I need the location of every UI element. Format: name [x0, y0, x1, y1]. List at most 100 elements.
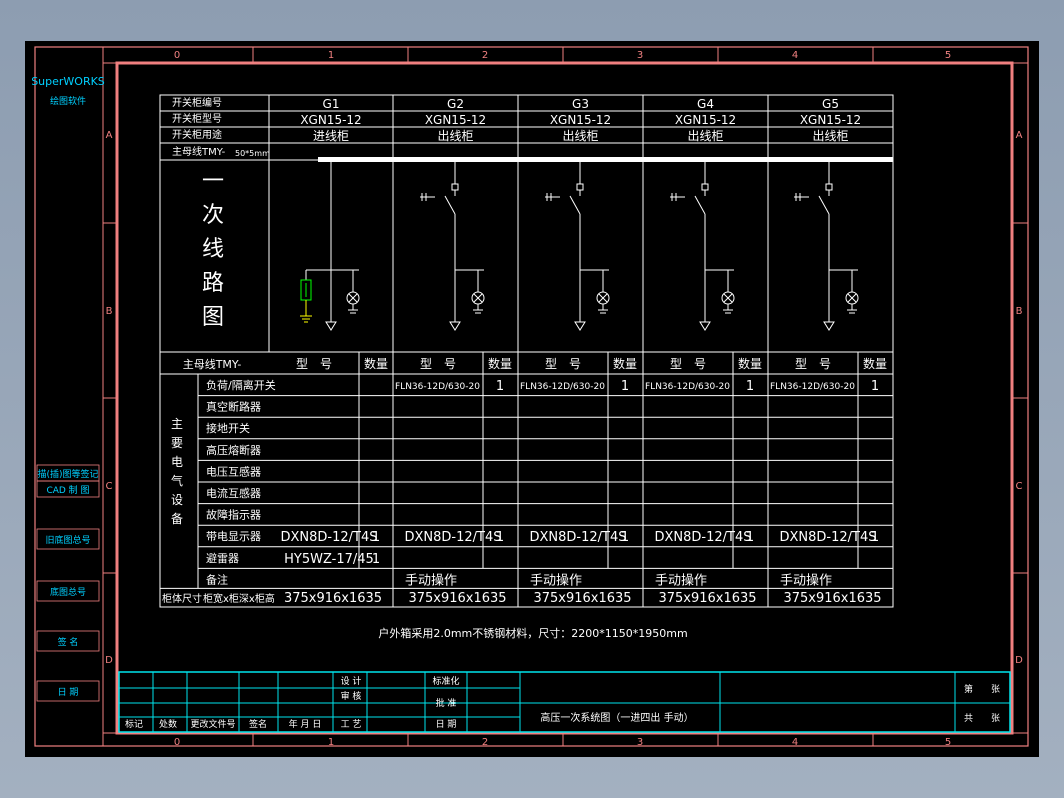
- type-column-header: 型 号: [420, 357, 456, 371]
- cabinet-id: G3: [572, 97, 589, 111]
- sidebar-field-label: 底图总号: [50, 586, 86, 598]
- sidebar-field-label: CAD 制 图: [46, 484, 89, 496]
- equipment-qty: 1: [621, 379, 629, 394]
- design-label: 工 艺: [341, 719, 362, 730]
- design-label: 审 核: [341, 690, 362, 702]
- busbar-label: 主母线TMY-: [172, 145, 226, 158]
- equipment-name: 高压熔断器: [206, 443, 261, 457]
- zone-label-left: A: [106, 130, 113, 141]
- qty-column-header: 数量: [738, 356, 762, 371]
- zone-label-bottom: 2: [482, 737, 488, 748]
- equipment-name: 真空断路器: [206, 400, 261, 414]
- qty-column-header: 数量: [613, 356, 637, 371]
- equipment-qty: 1: [496, 379, 504, 394]
- row-header: 开关柜型号: [172, 112, 222, 125]
- equipment-type: DXN8D-12/T4S: [655, 530, 752, 545]
- equipment-name: 带电显示器: [206, 530, 261, 543]
- equipment-busbar-label: 主母线TMY-: [183, 357, 242, 371]
- equipment-qty: 1: [746, 530, 754, 545]
- zone-label-bottom: 3: [637, 737, 643, 748]
- cabinet-use: 出线柜: [437, 129, 473, 143]
- diagram-title-char: 路: [202, 271, 224, 296]
- equipment-name: 电压互感器: [206, 465, 261, 478]
- row-header: 开关柜编号: [172, 96, 222, 109]
- size-label: 柜体尺寸: [162, 592, 202, 605]
- approval-label: 标准化: [432, 675, 459, 687]
- cabinet-model: XGN15-12: [675, 113, 736, 127]
- brand-subtitle: 绘图软件: [50, 95, 86, 107]
- cabinet-id: G4: [697, 97, 714, 111]
- equipment-type: DXN8D-12/T4S: [530, 530, 627, 545]
- equipment-type: DXN8D-12/T4S: [281, 530, 378, 545]
- qty-column-header: 数量: [863, 356, 887, 371]
- type-column-header: 型 号: [296, 357, 332, 371]
- type-column-header: 型 号: [670, 357, 706, 371]
- cabinet-model: XGN15-12: [800, 113, 861, 127]
- cabinet-size: 375x916x1635: [658, 591, 756, 606]
- sidebar-field-label: 描(插)图等签记: [37, 468, 98, 480]
- equipment-name: 负荷/隔离开关: [206, 378, 276, 392]
- title-block-label: 年 月 日: [289, 718, 322, 730]
- cabinet-model: XGN15-12: [550, 113, 611, 127]
- cabinet-use: 出线柜: [812, 129, 848, 143]
- sidebar-field-label: 签 名: [58, 636, 79, 648]
- equipment-qty: 1: [871, 530, 879, 545]
- qty-column-header: 数量: [488, 356, 512, 371]
- diagram-title-char: 线: [202, 237, 224, 262]
- zone-label-bottom: 1: [328, 737, 334, 748]
- equipment-qty: 1: [746, 379, 754, 394]
- zone-label-top: 4: [792, 50, 798, 61]
- equipment-name: 故障指示器: [206, 508, 261, 522]
- zone-label-right: C: [1016, 481, 1023, 492]
- main-equipment-char: 要: [171, 436, 183, 450]
- zone-label-left: C: [106, 481, 113, 492]
- type-column-header: 型 号: [545, 357, 581, 371]
- title-block-label: 处数: [159, 718, 177, 730]
- zone-label-left: D: [105, 655, 113, 666]
- zone-label-left: B: [106, 306, 113, 317]
- title-block-label: 更改文件号: [190, 718, 235, 730]
- drawing-note: 户外箱采用2.0mm不锈钢材料，尺寸：2200*1150*1950mm: [378, 626, 687, 640]
- zone-label-right: B: [1016, 306, 1023, 317]
- main-equipment-char: 备: [171, 512, 183, 526]
- sheet-label: 第 张: [964, 683, 1000, 695]
- remark-text: 手动操作: [530, 572, 582, 588]
- equipment-type: FLN36-12D/630-20: [395, 382, 480, 392]
- cabinet-use: 出线柜: [687, 129, 723, 143]
- main-equipment-char: 主: [171, 417, 183, 431]
- remark-text: 手动操作: [405, 572, 457, 588]
- type-column-header: 型 号: [795, 357, 831, 371]
- equipment-type: DXN8D-12/T4S: [405, 530, 502, 545]
- remark-text: 手动操作: [780, 572, 832, 588]
- diagram-title-char: 一: [202, 169, 224, 194]
- zone-label-bottom: 5: [945, 737, 951, 748]
- title-block-label: 签名: [249, 718, 267, 730]
- zone-label-top: 3: [637, 50, 643, 61]
- cabinet-size: 375x916x1635: [533, 591, 631, 606]
- cabinet-size: 375x916x1635: [783, 591, 881, 606]
- busbar: [318, 157, 893, 162]
- equipment-name: 避雷器: [206, 551, 239, 565]
- equipment-type: FLN36-12D/630-20: [770, 382, 855, 392]
- sheet-label: 共 张: [964, 713, 1000, 724]
- zone-label-top: 0: [174, 50, 180, 61]
- zone-label-top: 5: [945, 50, 951, 61]
- equipment-name: 接地开关: [206, 421, 250, 435]
- cabinet-id: G1: [323, 97, 340, 111]
- cabinet-model: XGN15-12: [300, 113, 361, 127]
- zone-label-right: D: [1015, 655, 1023, 666]
- equipment-name: 电流互感器: [206, 486, 261, 500]
- equipment-type: DXN8D-12/T4S: [780, 530, 877, 545]
- zone-label-bottom: 4: [792, 737, 798, 748]
- cad-drawing-viewport: 0 0 1 1 2 2 3 3 4 4 5 5 A A B B C C D D SuperWORKS 绘图软件描(插)图…: [25, 41, 1039, 757]
- equipment-type: FLN36-12D/630-20: [520, 382, 605, 392]
- brand-logo-text: SuperWORKS: [31, 75, 105, 88]
- sidebar-field-label: 日 期: [58, 687, 79, 698]
- sidebar-field-label: 旧底图总号: [45, 534, 90, 546]
- cabinet-model: XGN15-12: [425, 113, 486, 127]
- diagram-title-char: 次: [202, 203, 224, 228]
- size-label-dims: 柜宽x柜深x柜高: [203, 592, 275, 605]
- main-equipment-char: 设: [171, 493, 183, 507]
- zone-label-top: 2: [482, 50, 488, 61]
- zone-label-top: 1: [328, 50, 334, 61]
